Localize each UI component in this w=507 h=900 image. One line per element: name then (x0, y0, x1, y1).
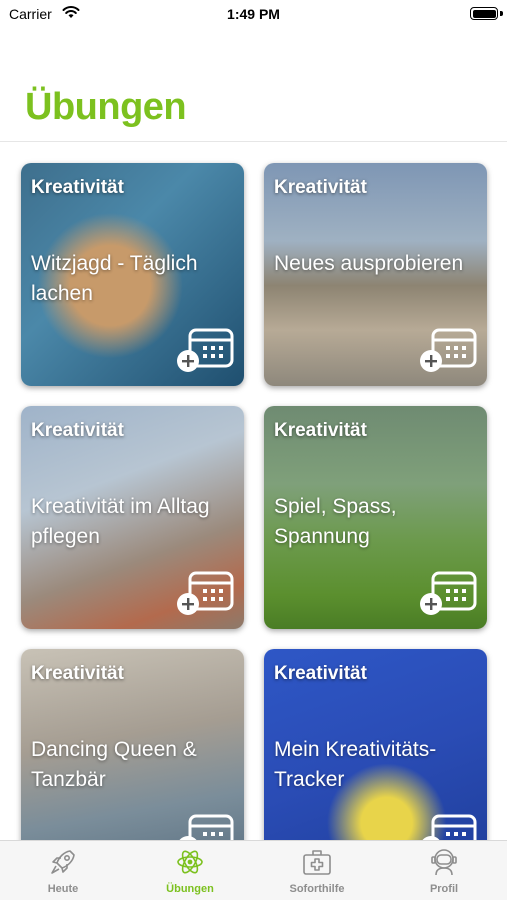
card-title: Kreativität im Alltag pflegen (31, 495, 210, 548)
exercise-card-neues-ausprobieren[interactable]: Kreativität Neues ausprobieren (264, 163, 487, 386)
calendar-add-icon[interactable] (419, 814, 477, 840)
tab-profil[interactable]: Profil (381, 841, 507, 900)
card-category: Kreativität (31, 177, 124, 198)
tab-heute[interactable]: Heute (0, 841, 126, 900)
page-title: Übungen (25, 86, 187, 128)
tab-label: Profil (429, 883, 459, 895)
tab-label: Soforthilfe (289, 883, 345, 895)
card-title: Mein Kreativitäts-Tracker (274, 738, 437, 791)
first-aid-kit-icon (303, 850, 331, 875)
battery-icon (470, 7, 498, 20)
card-category: Kreativität (31, 663, 124, 684)
card-title: Witzjagd - Täglich lachen (31, 252, 198, 305)
calendar-add-icon[interactable] (176, 571, 234, 617)
calendar-add-icon[interactable] (419, 571, 477, 617)
atom-icon (177, 850, 203, 874)
exercise-card-dancing-queen[interactable]: Kreativität Dancing Queen & Tanzbär (21, 649, 244, 840)
tab-uebungen[interactable]: Übungen (127, 841, 253, 900)
exercise-card-kreativitaet-im-alltag[interactable]: Kreativität Kreativität im Alltag pflege… (21, 406, 244, 629)
card-category: Kreativität (274, 663, 367, 684)
card-category: Kreativität (31, 420, 124, 441)
card-category: Kreativität (274, 420, 367, 441)
status-time: 1:49 PM (227, 6, 280, 22)
card-title: Spiel, Spass, Spannung (274, 495, 397, 548)
calendar-add-icon[interactable] (419, 328, 477, 374)
tab-label: Heute (47, 883, 79, 895)
card-title: Neues ausprobieren (274, 252, 464, 275)
astronaut-icon (431, 849, 457, 876)
calendar-add-icon[interactable] (176, 328, 234, 374)
exercise-grid: Kreativität Witzjagd - Täglich lachen Kr… (0, 142, 507, 840)
exercise-card-spiel-spass-spannung[interactable]: Kreativität Spiel, Spass, Spannung (264, 406, 487, 629)
rocket-icon (51, 850, 75, 874)
card-title: Dancing Queen & Tanzbär (31, 738, 197, 791)
exercise-card-kreativitaets-tracker[interactable]: Kreativität Mein Kreativitäts-Tracker (264, 649, 487, 840)
exercise-card-witzjagd[interactable]: Kreativität Witzjagd - Täglich lachen (21, 163, 244, 386)
tab-soforthilfe[interactable]: Soforthilfe (254, 841, 380, 900)
card-category: Kreativität (274, 177, 367, 198)
tab-label: Übungen (166, 883, 214, 895)
tab-bar: Heute Übungen Soforthilfe Profil (0, 840, 507, 900)
battery-tip (500, 11, 503, 16)
status-bar: Carrier 1:49 PM (0, 0, 507, 28)
calendar-add-icon[interactable] (176, 814, 234, 840)
